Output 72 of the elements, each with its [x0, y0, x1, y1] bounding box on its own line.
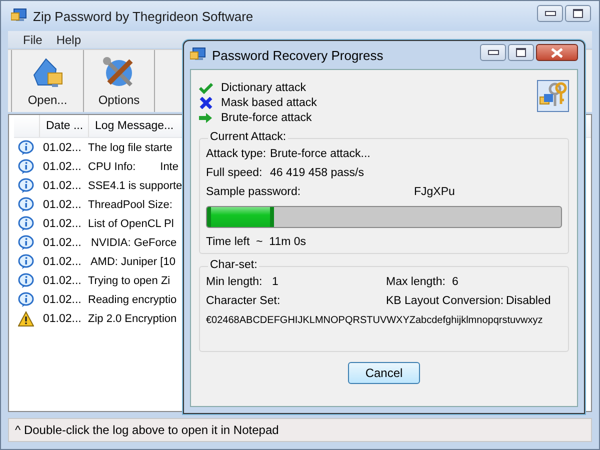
log-date: 01.02... [43, 236, 82, 248]
toolbar-button[interactable]: Options [83, 50, 155, 112]
info-icon [18, 216, 34, 232]
dialog-title: Password Recovery Progress [212, 48, 384, 62]
computer-folder-icon [11, 8, 27, 24]
field-value: 6 [452, 276, 458, 288]
log-message: Trying to open Zi [88, 274, 170, 286]
info-icon [18, 234, 34, 250]
field-value: 1 [272, 276, 278, 288]
log-message: ThreadPool Size: [88, 198, 172, 210]
column-header[interactable]: Log Message... [89, 120, 174, 132]
log-date: 01.02... [43, 312, 82, 324]
field-value: Brute-force attack... [270, 148, 370, 160]
info-icon [18, 272, 34, 288]
minimize-button[interactable] [480, 44, 506, 61]
toolbar-button[interactable]: Open... [11, 50, 83, 112]
log-date: 01.02... [43, 274, 82, 286]
log-message: NVIDIA: GeForce [90, 236, 177, 248]
charset-text: €02468ABCDEFGHIJKLMNOPQRSTUVWXYZabcdefghijklmnopqrstuvwxyz [206, 314, 543, 326]
log-date: 01.02... [43, 256, 82, 268]
menu-item[interactable]: Help [56, 32, 82, 46]
arrow-icon [199, 112, 213, 124]
log-message: List of OpenCL Pl [88, 218, 174, 230]
field-label: Character Set: [206, 295, 280, 307]
attack-label: Mask based attack [221, 97, 317, 109]
log-date: 01.02... [43, 142, 82, 154]
attack-label: Dictionary attack [221, 82, 306, 94]
time-left-text: Time left ~ 11m 0s [206, 236, 306, 248]
group-title: Char-set: [208, 259, 260, 271]
menu-item[interactable]: File [23, 32, 42, 46]
close-icon [551, 48, 563, 58]
log-message: Reading encryptio [88, 294, 177, 306]
log-date: 01.02... [43, 180, 82, 192]
log-date: 01.02... [43, 294, 82, 306]
close-button[interactable] [536, 44, 578, 61]
field-label: Min length: [206, 276, 264, 288]
field-label: Max length: [386, 276, 446, 288]
keys-icon [537, 80, 569, 112]
field-value: FJgXPu [414, 186, 455, 198]
field-label: Sample password: [206, 186, 302, 198]
log-message: The log file starte [88, 142, 172, 154]
field-value: 46 419 458 pass/s [270, 167, 364, 179]
log-message: Zip 2.0 Encryption [88, 312, 177, 324]
minimize-button[interactable] [537, 5, 563, 22]
column-header[interactable]: Date ... [40, 115, 89, 137]
maximize-button[interactable] [508, 44, 534, 61]
info-icon [18, 158, 34, 174]
cross-icon [199, 97, 213, 109]
window-title: Zip Password by Thegrideon Software [33, 8, 254, 24]
log-date: 01.02... [43, 218, 82, 230]
field-label: Attack type: [206, 148, 268, 160]
log-message: CPU Info: Inte [88, 160, 178, 172]
info-icon [18, 292, 34, 308]
info-icon [18, 178, 34, 194]
group-title: Current Attack: [208, 131, 288, 143]
info-icon [18, 196, 34, 212]
warning-icon [18, 310, 34, 326]
computer-folder-icon [190, 47, 206, 63]
field-label: Full speed: [206, 167, 264, 179]
info-icon [18, 140, 34, 156]
log-message: SSE4.1 is supporte [88, 180, 182, 192]
field-label: KB Layout Conversion: [386, 295, 505, 307]
log-date: 01.02... [43, 198, 82, 210]
log-message: AMD: Juniper [10 [89, 256, 176, 268]
log-date: 01.02... [43, 160, 82, 172]
checkmark-icon [199, 82, 213, 94]
field-value: Disabled [506, 295, 551, 307]
info-icon [18, 254, 34, 270]
maximize-button[interactable] [565, 5, 591, 22]
cancel-button[interactable]: Cancel [348, 362, 420, 384]
attack-label: Brute-force attack [221, 112, 312, 124]
status-text: ^ Double-click the log above to open it in Notepad [15, 423, 279, 437]
